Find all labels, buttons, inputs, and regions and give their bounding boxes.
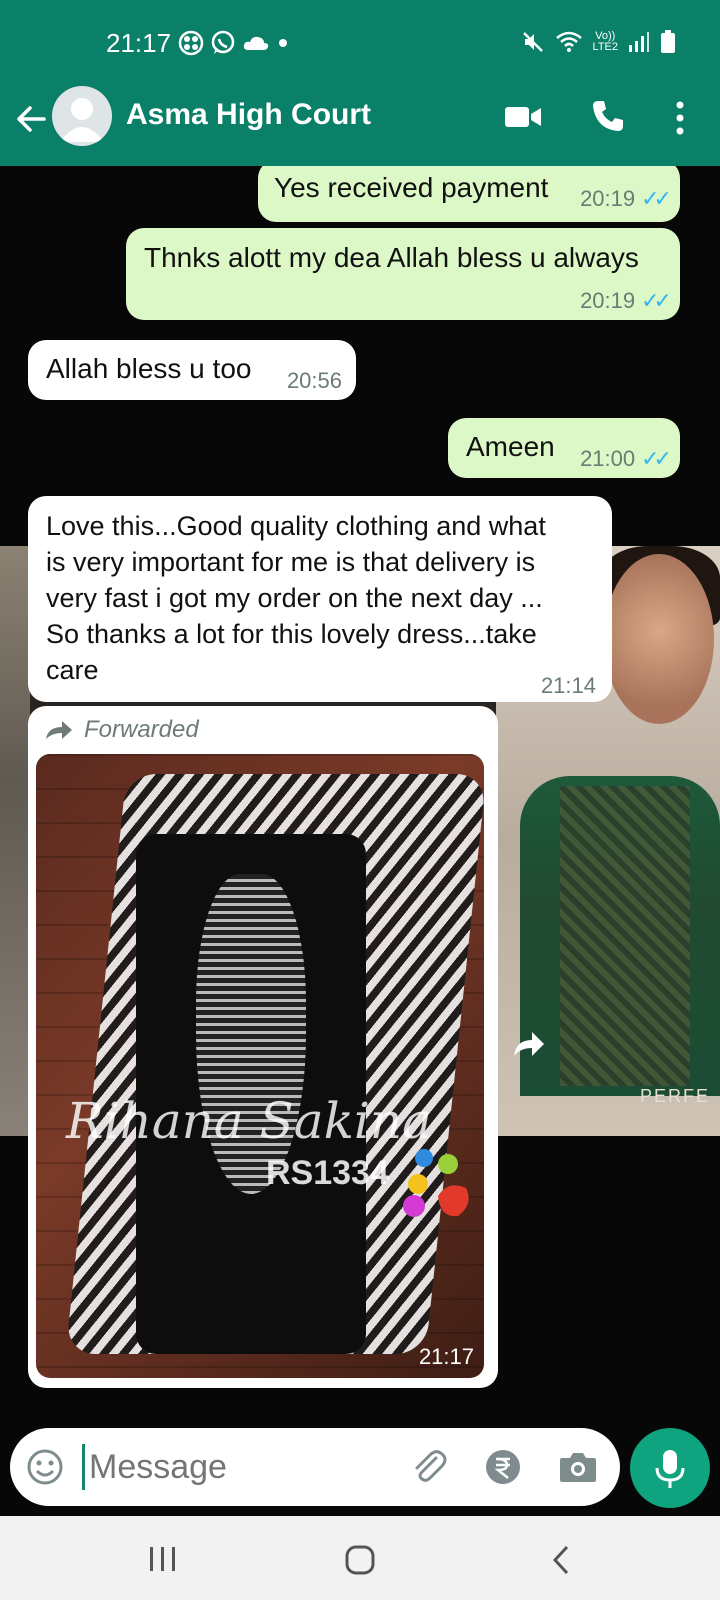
message-line: very fast i got my order on the next day…	[46, 583, 543, 613]
message-time: 20:56	[286, 368, 342, 393]
more-vert-icon[interactable]	[668, 98, 692, 138]
message-composer	[10, 1428, 620, 1506]
image-watermark-code: RS1334	[266, 1154, 389, 1192]
nav-app-icon	[178, 30, 204, 56]
message-text: Ameen	[466, 431, 555, 462]
message-text: Love this...Good quality clothing and wh…	[46, 508, 606, 688]
mute-icon	[522, 32, 543, 52]
top-bar: 21:17 Vo)) LTE2 Asma High Court	[0, 0, 720, 166]
recent-apps-icon[interactable]	[148, 1546, 178, 1572]
cloud-icon	[243, 36, 269, 50]
mic-icon	[655, 1450, 685, 1488]
message-line: Love this...Good quality clothing and wh…	[46, 511, 546, 541]
chat-area[interactable]: PERFE Yes received payment 20:19 ✓✓ Thnks…	[0, 166, 720, 1516]
volte-line2: LTE2	[592, 41, 618, 53]
forwarded-label: Forwarded	[44, 716, 199, 744]
message-meta: 20:19 ✓✓	[580, 288, 672, 314]
message-text: Yes received payment	[274, 172, 549, 203]
back-arrow-icon[interactable]	[14, 102, 48, 136]
battery-icon	[661, 30, 675, 53]
forwarded-text: Forwarded	[84, 716, 199, 743]
emoji-icon[interactable]	[26, 1448, 64, 1486]
message-bubble-outgoing[interactable]: Thnks alott my dea Allah bless u always …	[126, 228, 680, 320]
chat-app-bar: Asma High Court	[0, 86, 720, 166]
wallpaper-text: PERFE	[640, 1086, 711, 1106]
message-time: 21:14	[540, 673, 596, 698]
message-image[interactable]: Rihana Sakina RS1334 21:17	[36, 754, 484, 1378]
contact-name[interactable]: Asma High Court	[126, 98, 371, 132]
read-ticks-icon: ✓✓	[641, 186, 672, 211]
message-time: 20:19	[580, 288, 636, 313]
message-meta: 20:19 ✓✓	[580, 186, 672, 212]
default-avatar-icon	[60, 98, 104, 142]
message-time: 21:00	[580, 446, 636, 471]
status-right-icons: Vo)) LTE2	[521, 30, 676, 54]
signal-icon	[629, 32, 649, 52]
message-line: is very important for me is that deliver…	[46, 547, 536, 577]
mic-button[interactable]	[630, 1428, 710, 1508]
read-ticks-icon: ✓✓	[641, 288, 672, 313]
avatar[interactable]	[52, 86, 112, 146]
phone-icon[interactable]	[590, 98, 626, 134]
message-line: care	[46, 655, 99, 685]
message-text: Thnks alott my dea Allah bless u always	[144, 242, 639, 273]
wallpaper-face	[604, 554, 714, 724]
wallpaper-left-strip	[0, 546, 30, 1136]
message-bubble-outgoing[interactable]: Yes received payment 20:19 ✓✓	[258, 166, 680, 222]
forward-arrow-icon	[46, 721, 72, 739]
wallpaper-dress-pattern	[560, 786, 690, 1086]
wifi-icon	[555, 31, 582, 52]
brand-logo-icon	[403, 1149, 469, 1217]
message-meta: 21:00 ✓✓	[580, 446, 672, 472]
rupee-icon[interactable]	[484, 1448, 522, 1486]
volte-indicator: Vo)) LTE2	[593, 31, 618, 53]
whatsapp-icon	[211, 30, 235, 54]
message-text: Allah bless u too	[46, 353, 252, 384]
home-icon[interactable]	[344, 1544, 376, 1576]
message-input[interactable]	[82, 1444, 372, 1490]
system-nav-bar	[0, 1516, 720, 1600]
message-line: So thanks a lot for this lovely dress...…	[46, 619, 537, 649]
message-bubble-incoming[interactable]: Love this...Good quality clothing and wh…	[28, 496, 612, 702]
status-bar: 21:17 Vo)) LTE2	[0, 0, 720, 86]
message-time: 21:17	[418, 1344, 474, 1369]
message-time: 20:19	[580, 186, 636, 211]
nav-back-icon[interactable]	[550, 1544, 572, 1576]
dot-icon	[279, 39, 287, 47]
status-left-icons	[178, 30, 290, 56]
video-call-icon[interactable]	[504, 102, 542, 132]
status-time: 21:17	[106, 28, 172, 58]
message-bubble-incoming[interactable]: Allah bless u too 20:56	[28, 340, 356, 400]
forwarded-image-message[interactable]: Forwarded Rihana Sakina RS1334 21:17	[28, 706, 498, 1388]
attach-icon[interactable]	[408, 1446, 448, 1486]
forward-share-icon[interactable]	[510, 1026, 546, 1062]
read-ticks-icon: ✓✓	[641, 446, 672, 471]
message-bubble-outgoing[interactable]: Ameen 21:00 ✓✓	[448, 418, 680, 478]
camera-icon[interactable]	[558, 1448, 598, 1486]
image-watermark-brand: Rihana Sakina	[66, 1092, 432, 1150]
